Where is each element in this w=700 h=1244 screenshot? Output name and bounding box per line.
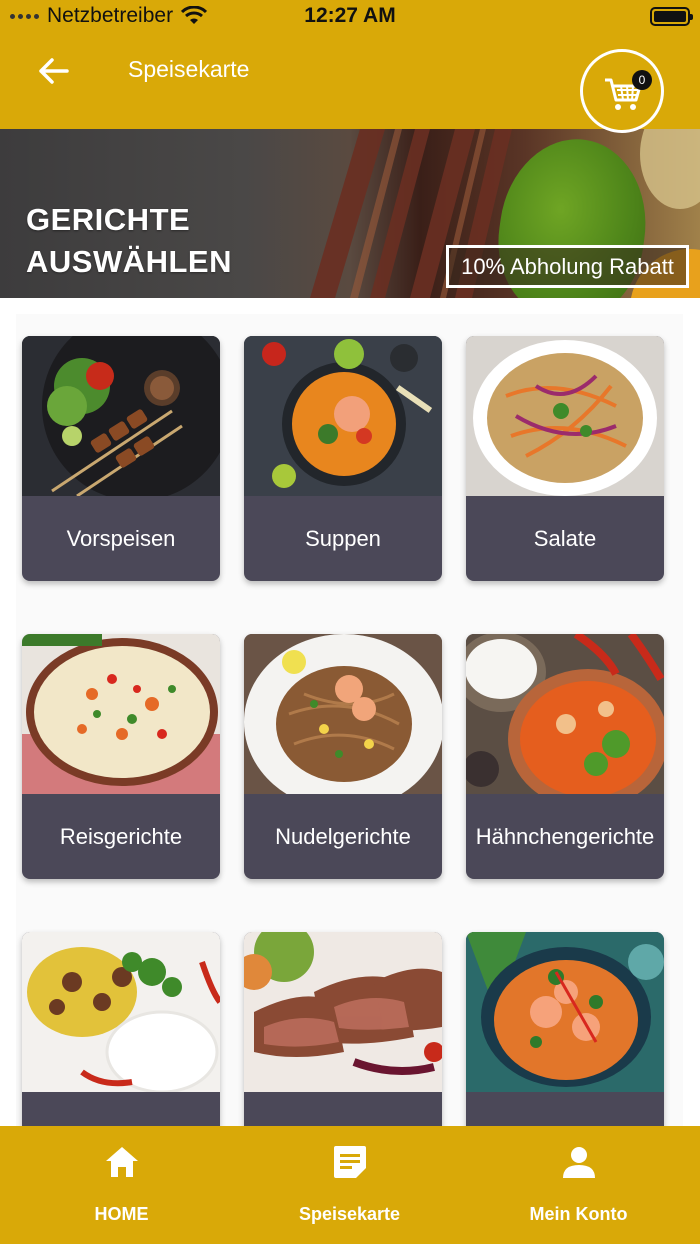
back-button[interactable]: [34, 51, 74, 91]
category-image: [22, 932, 220, 1092]
cart-button[interactable]: 0: [580, 49, 664, 133]
page-title: Speisekarte: [128, 56, 250, 82]
menu-list-icon: [333, 1146, 366, 1178]
banner-title: GERICHTE AUSWÄHLEN: [26, 199, 232, 283]
nav-home-label: HOME: [94, 1204, 149, 1224]
nav-speisekarte[interactable]: Speisekarte: [233, 1126, 466, 1244]
nav-home[interactable]: HOME: [5, 1126, 238, 1244]
category-label: Hähnchengerichte: [475, 823, 655, 849]
category-image: [466, 336, 664, 496]
category-image: [22, 634, 220, 794]
category-card-vorspeisen[interactable]: Vorspeisen: [22, 336, 220, 581]
category-label: Suppen: [305, 525, 381, 551]
status-bar: Netzbetreiber 12:27 AM: [0, 0, 700, 34]
category-image: [244, 634, 442, 794]
home-icon: [105, 1147, 138, 1177]
user-icon: [562, 1147, 595, 1178]
category-card-reisgerichte[interactable]: Reisgerichte: [22, 634, 220, 879]
arrow-left-icon: [39, 58, 69, 84]
category-image: [244, 336, 442, 496]
category-label: Reisgerichte: [59, 823, 183, 849]
cart-count-badge: 0: [632, 70, 652, 90]
category-card-suppen[interactable]: Suppen: [244, 336, 442, 581]
banner-title-line1: GERICHTE: [26, 202, 191, 237]
category-image: [244, 932, 442, 1092]
category-label: Nudelgerichte: [275, 823, 411, 849]
category-image: [466, 932, 664, 1092]
nav-account[interactable]: Mein Konto: [462, 1126, 695, 1244]
nav-account-label: Mein Konto: [529, 1204, 628, 1224]
category-card-haehnchengerichte[interactable]: Hähnchengerichte: [466, 634, 664, 879]
bottom-navigation: HOME Speisekarte Mein Konto: [0, 1126, 700, 1244]
category-label: Salate: [533, 525, 597, 551]
category-image: [466, 634, 664, 794]
nav-speisekarte-label: Speisekarte: [298, 1204, 401, 1224]
promo-badge: 10% Abholung Rabatt: [446, 245, 689, 288]
category-card-salate[interactable]: Salate: [466, 336, 664, 581]
battery-icon: [650, 7, 693, 26]
category-card-nudelgerichte[interactable]: Nudelgerichte: [244, 634, 442, 879]
menu-screen: Netzbetreiber 12:27 AM Speisekarte 0 GER…: [0, 0, 700, 1244]
category-label: Vorspeisen: [66, 525, 176, 551]
clock: 12:27 AM: [304, 4, 396, 27]
app-header: Speisekarte 0: [0, 34, 700, 133]
category-image: [22, 336, 220, 496]
banner-title-line2: AUSWÄHLEN: [26, 244, 232, 279]
